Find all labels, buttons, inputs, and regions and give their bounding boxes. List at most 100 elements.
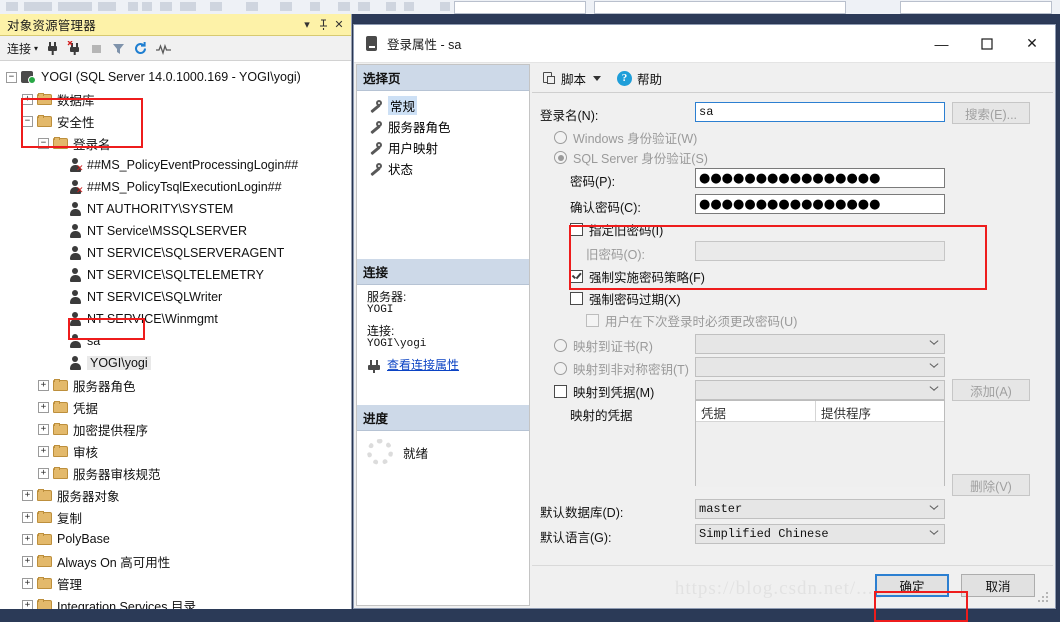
minimize-button[interactable]: — bbox=[919, 25, 964, 62]
tree-item[interactable]: NT SERVICE\Winmgmt bbox=[0, 308, 351, 330]
tree-item[interactable]: YOGI\yogi bbox=[0, 352, 351, 374]
tree-item[interactable]: + 服务器审核规范 bbox=[0, 462, 351, 484]
tree-item[interactable]: + Integration Services 目录 bbox=[0, 594, 351, 609]
close-icon[interactable]: ✕ bbox=[331, 17, 347, 33]
view-connection-properties-link[interactable]: 查看连接属性 bbox=[367, 360, 521, 373]
tree-item-label: NT SERVICE\SQLWriter bbox=[87, 290, 223, 304]
pin-icon[interactable] bbox=[315, 17, 331, 33]
expand-icon[interactable]: + bbox=[38, 423, 49, 435]
collapse-icon[interactable]: − bbox=[38, 137, 49, 149]
expand-icon[interactable]: + bbox=[22, 577, 33, 589]
login-name-input[interactable]: sa bbox=[695, 102, 945, 122]
folder-icon bbox=[53, 137, 68, 149]
ok-button[interactable]: 确定 bbox=[875, 574, 949, 597]
filter-icon[interactable] bbox=[111, 41, 126, 56]
default-language-select[interactable]: Simplified Chinese bbox=[695, 524, 945, 544]
tree-item[interactable]: + 复制 bbox=[0, 506, 351, 528]
tree-item[interactable]: − 安全性 bbox=[0, 110, 351, 132]
tree-item[interactable]: sa bbox=[0, 330, 351, 352]
tree-item[interactable]: + 加密提供程序 bbox=[0, 418, 351, 440]
dialog-title: 登录属性 - sa bbox=[387, 38, 462, 52]
dialog-titlebar: 登录属性 - sa — ✕ bbox=[354, 25, 1055, 63]
expand-icon[interactable]: + bbox=[22, 599, 33, 609]
tree-item[interactable]: − 登录名 bbox=[0, 132, 351, 154]
close-button[interactable]: ✕ bbox=[1009, 25, 1055, 62]
collapse-icon[interactable]: − bbox=[6, 71, 17, 83]
view-connection-properties-text[interactable]: 查看连接属性 bbox=[387, 360, 459, 373]
tree-item[interactable]: + 管理 bbox=[0, 572, 351, 594]
connect-button[interactable]: 连接 ▾ bbox=[7, 40, 38, 57]
select-page-item[interactable]: 状态 bbox=[363, 158, 529, 179]
select-page-item[interactable]: 常规 bbox=[363, 95, 529, 116]
tree-item[interactable]: + 服务器对象 bbox=[0, 484, 351, 506]
old-password-input bbox=[695, 241, 945, 261]
tree-item-label: sa bbox=[87, 334, 101, 348]
enforce-password-expiration-checkbox[interactable] bbox=[570, 292, 583, 305]
script-button[interactable]: 脚本 bbox=[542, 69, 602, 88]
chevron-down-icon[interactable] bbox=[929, 505, 938, 514]
password-input[interactable]: ●●●●●●●●●●●●●●●● bbox=[695, 168, 945, 188]
enforce-password-policy-checkbox[interactable] bbox=[570, 270, 583, 283]
server-label: 服务器: bbox=[367, 290, 407, 304]
tree-item[interactable]: NT AUTHORITY\SYSTEM bbox=[0, 198, 351, 220]
specify-old-password-checkbox[interactable] bbox=[570, 223, 583, 236]
cancel-button[interactable]: 取消 bbox=[961, 574, 1035, 597]
search-button[interactable]: 搜索(E)... bbox=[952, 102, 1030, 124]
expand-icon[interactable]: + bbox=[38, 445, 49, 457]
login-user-icon bbox=[69, 312, 82, 326]
disconnect-icon[interactable] bbox=[67, 40, 82, 56]
tree-item[interactable]: NT SERVICE\SQLSERVERAGENT bbox=[0, 242, 351, 264]
expand-icon[interactable]: + bbox=[22, 533, 33, 545]
tree-item[interactable]: NT SERVICE\SQLWriter bbox=[0, 286, 351, 308]
default-database-select[interactable]: master bbox=[695, 499, 945, 519]
connect-icon[interactable] bbox=[45, 41, 60, 56]
tree-item[interactable]: + 凭据 bbox=[0, 396, 351, 418]
tree-item[interactable]: ✕ ##MS_PolicyEventProcessingLogin## bbox=[0, 154, 351, 176]
tree-item[interactable]: + Always On 高可用性 bbox=[0, 550, 351, 572]
select-page-item[interactable]: 服务器角色 bbox=[363, 116, 529, 137]
confirm-password-input[interactable]: ●●●●●●●●●●●●●●●● bbox=[695, 194, 945, 214]
select-page-item[interactable]: 用户映射 bbox=[363, 137, 529, 158]
login-name-value: sa bbox=[699, 105, 714, 119]
expand-icon[interactable]: + bbox=[22, 555, 33, 567]
collapse-icon[interactable]: − bbox=[22, 115, 33, 127]
tree-item-label: NT SERVICE\SQLSERVERAGENT bbox=[87, 246, 285, 260]
map-credential-checkbox[interactable] bbox=[554, 385, 567, 398]
tree-item[interactable]: NT Service\MSSQLSERVER bbox=[0, 220, 351, 242]
expand-icon[interactable]: + bbox=[22, 511, 33, 523]
expand-icon[interactable]: + bbox=[22, 93, 33, 105]
expand-icon[interactable]: + bbox=[38, 467, 49, 479]
expand-icon[interactable]: + bbox=[38, 401, 49, 413]
mapped-credentials-grid[interactable]: 凭据 提供程序 bbox=[695, 400, 945, 487]
folder-icon bbox=[37, 511, 52, 523]
login-user-icon bbox=[69, 246, 82, 260]
expand-icon[interactable]: + bbox=[22, 489, 33, 501]
select-page-list[interactable]: 常规 服务器角色 用户映射 状态 bbox=[357, 91, 529, 179]
must-change-password-checkbox bbox=[586, 314, 599, 327]
login-user-icon bbox=[69, 334, 82, 348]
tree-item-label: 加密提供程序 bbox=[73, 423, 149, 438]
tree-item[interactable]: − YOGI (SQL Server 14.0.1000.169 - YOGI\y… bbox=[0, 66, 351, 88]
refresh-icon[interactable] bbox=[133, 41, 148, 56]
object-explorer-tree[interactable]: − YOGI (SQL Server 14.0.1000.169 - YOGI\y… bbox=[0, 62, 351, 609]
maximize-button[interactable] bbox=[964, 25, 1009, 62]
chevron-down-icon[interactable] bbox=[593, 75, 602, 81]
activity-monitor-icon[interactable] bbox=[155, 41, 172, 56]
tree-item[interactable]: + 数据库 bbox=[0, 88, 351, 110]
chevron-down-icon[interactable]: ▾ bbox=[299, 17, 315, 33]
chevron-down-icon[interactable] bbox=[929, 530, 938, 539]
tree-item[interactable]: + PolyBase bbox=[0, 528, 351, 550]
sql-auth-radio[interactable] bbox=[554, 151, 567, 164]
expand-icon[interactable]: + bbox=[38, 379, 49, 391]
resize-grip[interactable] bbox=[1038, 592, 1050, 604]
tree-item[interactable]: + 服务器角色 bbox=[0, 374, 351, 396]
windows-auth-radio[interactable] bbox=[554, 131, 567, 144]
tree-item[interactable]: + 审核 bbox=[0, 440, 351, 462]
map-asymmetric-key-radio bbox=[554, 362, 567, 375]
folder-icon bbox=[53, 445, 68, 457]
tree-item[interactable]: NT SERVICE\SQLTELEMETRY bbox=[0, 264, 351, 286]
help-button[interactable]: ? 帮助 bbox=[617, 69, 662, 88]
tree-item[interactable]: ✕ ##MS_PolicyTsqlExecutionLogin## bbox=[0, 176, 351, 198]
